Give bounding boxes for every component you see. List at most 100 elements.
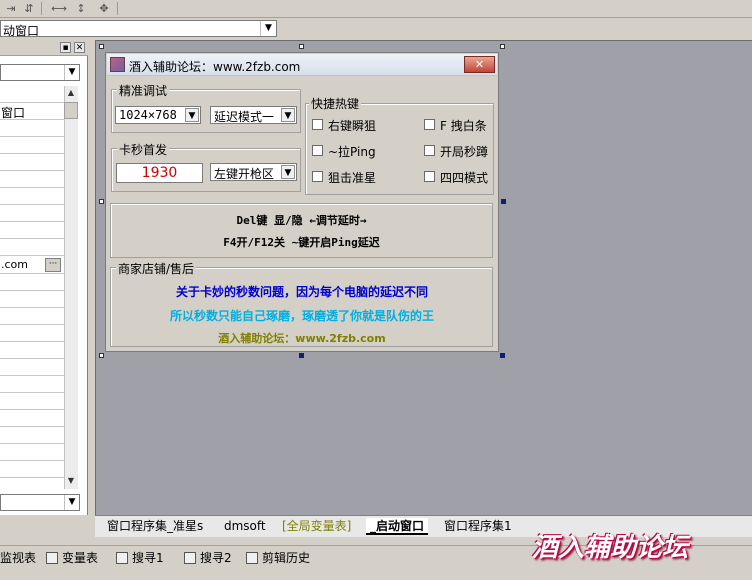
window-select-combo[interactable]: 动窗口 ▼ bbox=[0, 20, 277, 38]
resize-handle[interactable] bbox=[299, 44, 304, 49]
toolbar-separator bbox=[117, 2, 118, 15]
grid-line bbox=[0, 136, 64, 137]
grid-line bbox=[0, 102, 64, 103]
tab-assembly-crosshair[interactable]: 窗口程序集_准星s bbox=[103, 518, 207, 535]
clip-history-label: 剪辑历史 bbox=[262, 551, 311, 565]
align-icon[interactable]: ⇥ bbox=[2, 1, 20, 16]
grid-line bbox=[0, 187, 64, 188]
toolbar: ⇥ ⇵ ⟷ ↕ ✥ bbox=[0, 0, 752, 18]
drag-bar-checkbox[interactable] bbox=[424, 119, 435, 130]
property-value[interactable]: .com bbox=[1, 258, 28, 271]
search1-tab[interactable]: 搜寻1 bbox=[116, 550, 164, 566]
chevron-down-icon[interactable]: ▼ bbox=[185, 108, 199, 122]
four-four-label: 四四模式 bbox=[440, 171, 489, 185]
shop-line-3: 酒入辅助论坛：www.2fzb.com bbox=[218, 332, 386, 345]
ping-label: ~拉Ping bbox=[328, 145, 376, 159]
quick-scope-checkbox[interactable] bbox=[312, 119, 323, 130]
clip-history-tab[interactable]: 剪辑历史 bbox=[246, 550, 310, 566]
grid-line bbox=[0, 358, 64, 359]
grid-line bbox=[0, 460, 64, 461]
resize-handle[interactable] bbox=[501, 199, 506, 204]
grid-line bbox=[0, 153, 64, 154]
event-select-combo[interactable]: ▼ bbox=[0, 494, 80, 511]
close-button[interactable]: ✕ bbox=[464, 56, 495, 73]
search2-label: 搜寻2 bbox=[200, 551, 232, 565]
fire-group-title: 卡秒首发 bbox=[117, 141, 170, 158]
grid-line bbox=[0, 221, 64, 222]
chevron-down-icon[interactable]: ▼ bbox=[281, 108, 295, 122]
fire-key-value: 左键开枪区 bbox=[214, 167, 275, 181]
crouch-label: 开局秒蹲 bbox=[440, 145, 489, 159]
hotkey-group-title: 快捷热键 bbox=[309, 95, 362, 112]
drag-bar-label: F 拽白条 bbox=[440, 119, 487, 133]
tab-startup-window[interactable]: _启动窗口 bbox=[366, 518, 429, 535]
tab-dmsoft[interactable]: dmsoft bbox=[220, 518, 270, 535]
fire-key-combo[interactable]: 左键开枪区 ▼ bbox=[210, 163, 297, 181]
search-icon bbox=[116, 552, 128, 564]
shop-line-1: 关于卡妙的秒数问题，因为每个电脑的延迟不同 bbox=[175, 285, 428, 299]
grid-line bbox=[0, 477, 64, 478]
grid-line bbox=[0, 290, 64, 291]
scrollbar-thumb[interactable] bbox=[64, 102, 78, 119]
app-icon bbox=[110, 57, 125, 72]
four-four-checkbox[interactable] bbox=[424, 171, 435, 182]
resize-handle[interactable] bbox=[299, 353, 304, 358]
chevron-down-icon[interactable]: ▼ bbox=[281, 165, 295, 179]
search2-tab[interactable]: 搜寻2 bbox=[184, 550, 232, 566]
scroll-up-icon[interactable]: ▲ bbox=[64, 86, 78, 100]
time-input[interactable]: 1930 bbox=[116, 163, 203, 183]
grid-line bbox=[0, 341, 64, 342]
scroll-down-icon[interactable]: ▼ bbox=[64, 474, 78, 488]
search1-label: 搜寻1 bbox=[132, 551, 164, 565]
grid-line bbox=[0, 426, 64, 427]
info-line-1: Del键 显/隐 ←调节延时→ bbox=[236, 214, 367, 227]
resize-handle[interactable] bbox=[99, 44, 104, 49]
resize-handle[interactable] bbox=[99, 353, 104, 358]
toolbar-separator bbox=[41, 2, 42, 15]
close-icon[interactable]: ✕ bbox=[74, 42, 85, 53]
pin-icon[interactable]: ▪ bbox=[60, 42, 71, 53]
watch-table-tab[interactable]: 监视表 bbox=[0, 550, 36, 566]
chevron-down-icon[interactable]: ▼ bbox=[64, 65, 79, 80]
resize-handle[interactable] bbox=[500, 44, 505, 49]
component-select-combo[interactable]: ▼ bbox=[0, 64, 80, 81]
watch-label: 监视表 bbox=[0, 551, 37, 565]
h-space-icon[interactable]: ⟷ bbox=[50, 1, 68, 16]
crosshair-checkbox[interactable] bbox=[312, 171, 323, 182]
grid-line bbox=[0, 204, 64, 205]
chevron-down-icon[interactable]: ▼ bbox=[64, 495, 79, 510]
variable-icon bbox=[46, 552, 58, 564]
tab-assembly-1[interactable]: 窗口程序集1 bbox=[440, 518, 516, 535]
resolution-value: 1024×768 bbox=[119, 108, 177, 122]
search-icon bbox=[184, 552, 196, 564]
resize-handle[interactable] bbox=[500, 353, 505, 358]
grid-line bbox=[0, 375, 64, 376]
watermark-logo: 酒入辅助论坛 bbox=[532, 533, 689, 563]
grid-line bbox=[0, 273, 64, 274]
quick-scope-label: 右键瞬狙 bbox=[328, 119, 377, 133]
resize-handle[interactable] bbox=[99, 199, 104, 204]
move-icon[interactable]: ✥ bbox=[95, 1, 113, 16]
grid-line bbox=[0, 170, 64, 171]
property-panel-header: ▪ ✕ bbox=[0, 40, 88, 56]
grid-line bbox=[0, 409, 64, 410]
chevron-down-icon[interactable]: ▼ bbox=[260, 21, 276, 36]
grid-line bbox=[0, 238, 64, 239]
var-table-label: 变量表 bbox=[62, 551, 99, 565]
tab-global-vars[interactable]: [全局变量表] bbox=[278, 518, 355, 535]
delay-mode-combo[interactable]: 延迟模式一 ▼ bbox=[210, 106, 297, 124]
vertical-scrollbar[interactable] bbox=[64, 86, 78, 489]
form-title: 酒入辅助论坛：www.2fzb.com bbox=[129, 60, 301, 74]
shop-line-2: 所以秒数只能自己琢磨，琢磨透了你就是队伤的王 bbox=[169, 309, 434, 323]
v-space-icon[interactable]: ↕ bbox=[72, 1, 90, 16]
grid-line bbox=[0, 324, 64, 325]
resolution-combo[interactable]: 1024×768 ▼ bbox=[115, 106, 201, 124]
grid-line bbox=[0, 307, 64, 308]
crouch-checkbox[interactable] bbox=[424, 145, 435, 156]
var-table-tab[interactable]: 变量表 bbox=[46, 550, 98, 566]
ping-checkbox[interactable] bbox=[312, 145, 323, 156]
align-vertical-icon[interactable]: ⇵ bbox=[20, 1, 38, 16]
grid-line bbox=[0, 392, 64, 393]
precision-group-title: 精准调试 bbox=[117, 82, 170, 99]
ellipsis-button[interactable]: ··· bbox=[45, 258, 61, 272]
